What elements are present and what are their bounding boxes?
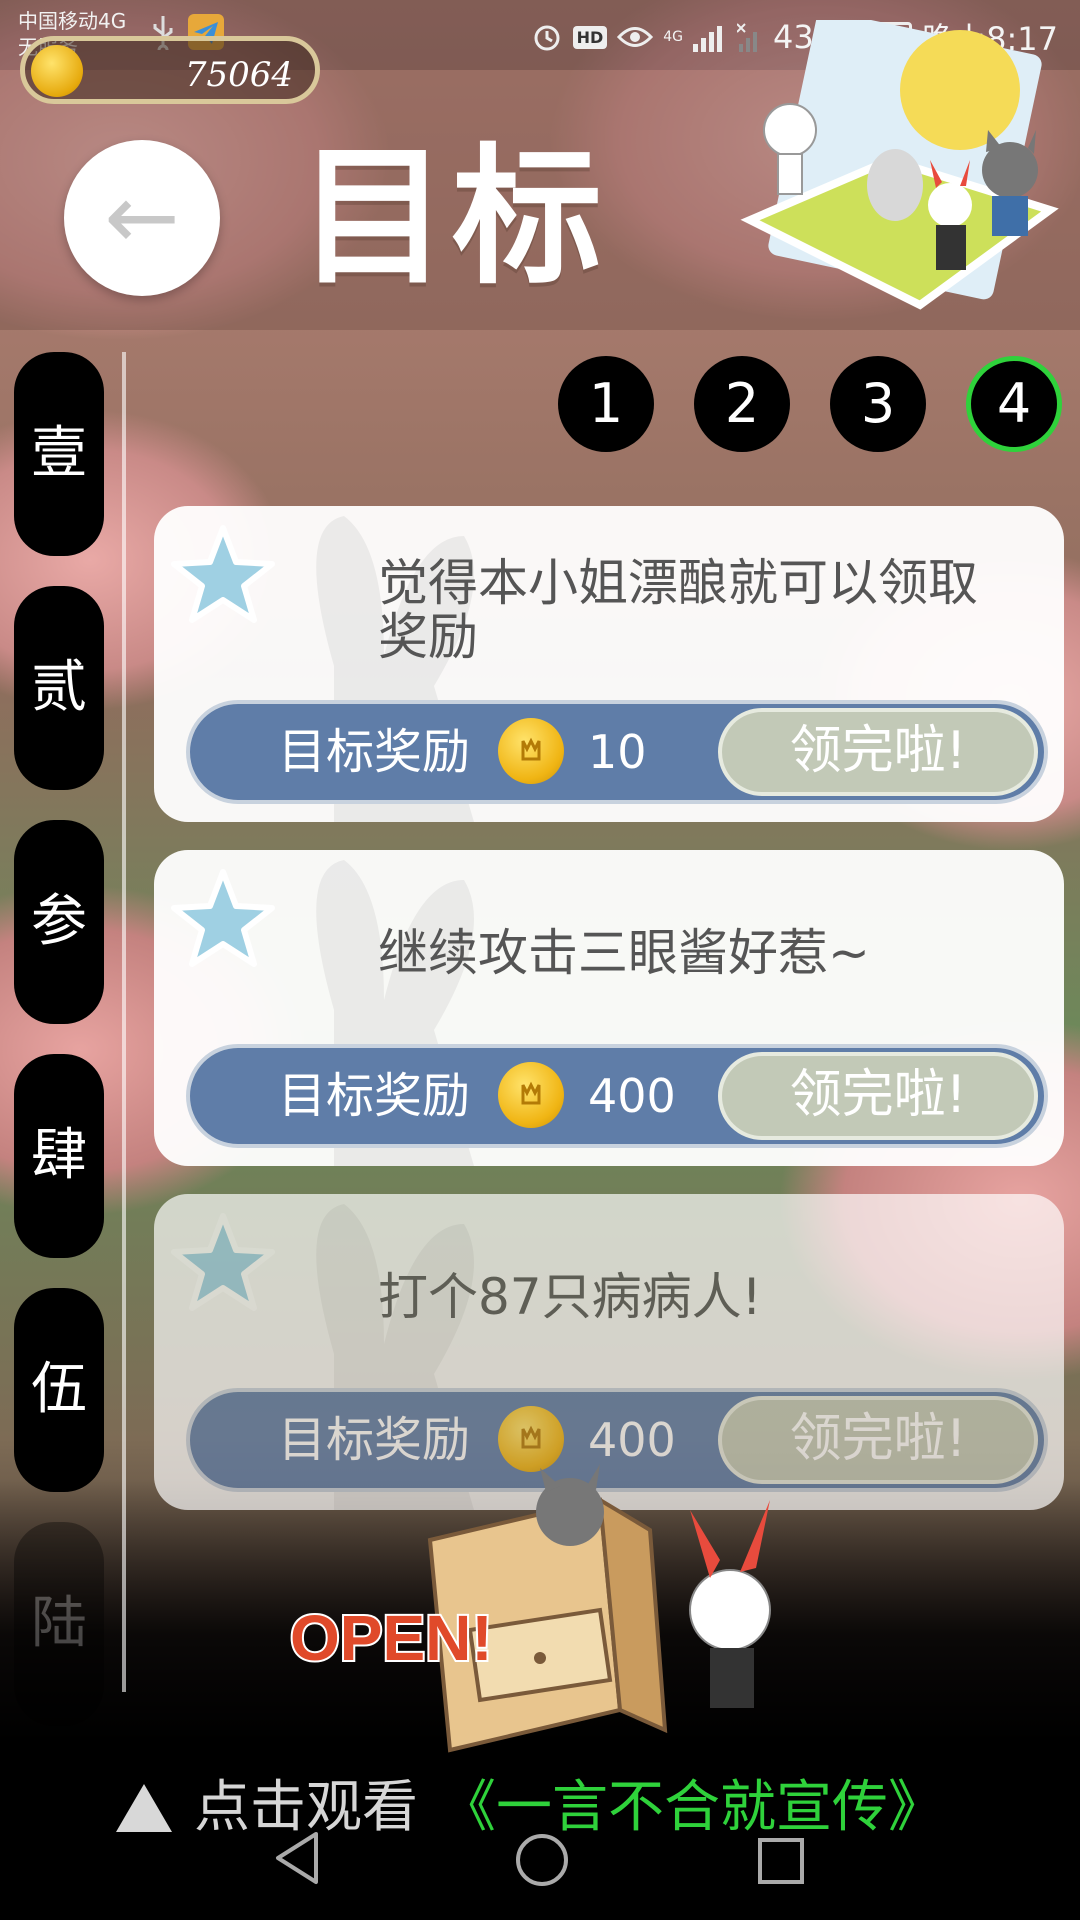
nav-recents-icon[interactable] — [758, 1838, 804, 1884]
goal-description: 觉得本小姐漂酿就可以领取奖励 — [378, 554, 978, 666]
chapter-label: 参 — [31, 889, 87, 954]
back-arrow-icon: ← — [104, 165, 180, 270]
open-label: OPEN! — [290, 1602, 493, 1674]
claim-button[interactable]: 领完啦! — [718, 1052, 1038, 1140]
star-icon — [171, 1213, 275, 1311]
nav-back-icon[interactable] — [272, 1828, 322, 1888]
goal-description: 打个87只病病人! — [378, 1268, 762, 1326]
carrier-name: 中国移动4G — [18, 9, 127, 33]
page-tab-label: 1 — [588, 372, 624, 435]
coin-icon — [31, 45, 83, 97]
page-tab-4[interactable]: 4 — [966, 356, 1062, 452]
bunny-coin-icon — [498, 1062, 564, 1128]
signal-icon — [693, 26, 722, 52]
chapter-rail — [122, 352, 126, 1692]
star-icon — [171, 525, 275, 623]
goal-card: 继续攻击三眼酱好惹~ 目标奖励 400 领完啦! — [154, 850, 1064, 1166]
coin-balance: 75064 — [184, 55, 293, 95]
chapter-label: 贰 — [31, 655, 87, 720]
alarm-icon — [534, 25, 560, 51]
coin-counter: 75064 — [20, 36, 320, 104]
star-icon — [171, 869, 275, 967]
chapter-label: 壹 — [31, 421, 87, 486]
page-tab-label: 2 — [724, 372, 760, 435]
chapter-tab-6[interactable]: 陆 — [14, 1522, 104, 1726]
page-tab-1[interactable]: 1 — [558, 356, 654, 452]
chapter-tab-4[interactable]: 肆 — [14, 1054, 104, 1258]
network-type: 4G — [663, 29, 683, 45]
back-button[interactable]: ← — [64, 140, 220, 296]
hd-badge: HD — [572, 25, 608, 49]
page-tab-label: 3 — [860, 372, 896, 435]
bunny-coin-icon — [498, 718, 564, 784]
reward-label: 目标奖励 — [278, 724, 471, 780]
chapter-tab-5[interactable]: 伍 — [14, 1288, 104, 1492]
header-illustration — [740, 20, 1059, 310]
page-tab-3[interactable]: 3 — [830, 356, 926, 452]
reward-bar: 目标奖励 400 领完啦! — [186, 1044, 1048, 1148]
page-tab-label: 4 — [996, 372, 1032, 435]
reward-bar: 目标奖励 10 领完啦! — [186, 700, 1048, 804]
page-tab-2[interactable]: 2 — [694, 356, 790, 452]
goal-description: 继续攻击三眼酱好惹~ — [378, 924, 870, 982]
chapter-tab-1[interactable]: 壹 — [14, 352, 104, 556]
goal-card: 觉得本小姐漂酿就可以领取奖励 目标奖励 10 领完啦! — [154, 506, 1064, 822]
chapter-tab-3[interactable]: 参 — [14, 820, 104, 1024]
ad-illustration[interactable]: OPEN! — [270, 1460, 870, 1760]
reward-amount: 10 — [588, 725, 647, 779]
reward-label: 目标奖励 — [278, 1068, 471, 1124]
nav-home-icon[interactable] — [516, 1834, 568, 1886]
eye-comfort-icon — [617, 27, 654, 47]
chapter-tab-2[interactable]: 贰 — [14, 586, 104, 790]
chapter-label: 陆 — [31, 1591, 87, 1656]
navigation-bar — [0, 1810, 1080, 1920]
reward-amount: 400 — [588, 1069, 676, 1123]
chapter-label: 肆 — [31, 1123, 87, 1188]
chapter-label: 伍 — [31, 1357, 87, 1422]
page-title: 目标 — [298, 131, 607, 305]
claim-button[interactable]: 领完啦! — [718, 708, 1038, 796]
